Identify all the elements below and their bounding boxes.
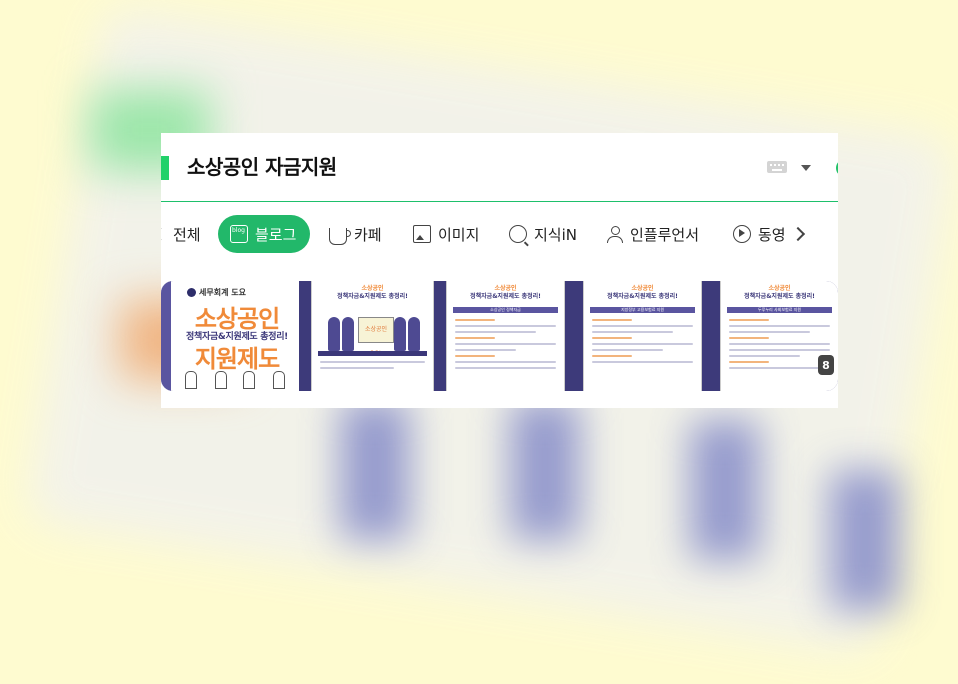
illustration-people: 소상공인 OOL [328,307,420,357]
text-lines [455,319,556,373]
chevron-right-icon[interactable] [790,226,806,242]
slide-band-label: 두루누리 사회보험료 지원 [757,307,802,312]
slide-header: 소상공인 정책자금&지원제도 총정리! [721,285,838,301]
text-lines [592,319,693,367]
image-gallery: 세무회계 도요 소상공인 정책자금&지원제도 총정리! 지원제도 소상공인 정책… [161,281,838,391]
tab-influencer[interactable]: 인플루언서 [607,215,699,253]
tab-cafe[interactable]: 카페 [329,215,382,253]
person-icon [607,226,623,243]
search-bar: 소상공인 자금지원 [161,133,838,202]
slide-header-line1: 소상공인 [768,285,791,292]
blurred-shape [690,420,760,560]
chevron-left-icon[interactable] [161,226,168,242]
kin-q-icon [509,225,527,243]
tab-label: 이미지 [438,225,480,244]
chevron-down-icon[interactable] [801,165,811,171]
tab-video[interactable]: 동영 [733,215,786,253]
gallery-thumbnail[interactable]: 소상공인 정책자금&지원제도 총정리! 소상공인 OOL [301,281,436,391]
tab-label: 블로그 [255,225,297,244]
slide-header-line1: 소상공인 [494,285,517,292]
slide-band: 두루누리 사회보험료 지원 [727,307,832,313]
gallery-thumbnail[interactable]: 소상공인 정책자금&지원제도 총정리! 지방정부 고용보험료 지원 [575,281,710,391]
illustration-people [181,369,291,389]
image-icon [413,225,431,243]
search-tabs: 전체 블로그 카페 이미지 지식iN 인플루언서 동영 [161,215,838,255]
search-query[interactable]: 소상공인 자금지원 [187,151,337,180]
slide-band: 소상공인 정책자금 [453,307,558,313]
caption-band [318,351,427,356]
slide-header-line2: 정책자금&지원제도 총정리! [470,293,541,300]
sign-board: 소상공인 OOL [358,317,394,357]
slide-page: 소상공인 정책자금&지원제도 총정리! 소상공인 OOL [311,281,434,391]
gallery-thumbnail[interactable]: 세무회계 도요 소상공인 정책자금&지원제도 총정리! 지원제도 [161,281,299,391]
tab-label: 카페 [354,225,382,244]
slide-band: 지방정부 고용보험료 지원 [590,307,695,313]
keyboard-icon[interactable] [767,161,787,173]
tab-label: 전체 [173,225,201,244]
slide-band-label: 지방정부 고용보험료 지원 [620,307,665,312]
text-lines [729,319,830,373]
faded-text-row [161,266,838,274]
blurred-shape [830,470,900,610]
slide-band-label: 소상공인 정책자금 [490,307,521,312]
slide-header: 소상공인 정책자금&지원제도 총정리! [447,285,564,301]
play-icon [733,225,751,243]
tab-all[interactable]: 전체 [173,215,201,253]
blurred-shape [340,400,410,540]
tab-label: 인플루언서 [630,225,700,244]
search-accent-mark [161,156,169,180]
slide-header: 소상공인 정책자금&지원제도 총정리! [312,285,433,301]
slide-header-line2: 정책자금&지원제도 총정리! [607,293,678,300]
search-button-icon[interactable] [836,159,838,177]
blurred-shape [510,400,580,540]
tab-label: 지식iN [534,225,577,244]
slide-header-line1: 소상공인 [631,285,654,292]
slide-header-line2: 정책자금&지원제도 총정리! [337,293,408,300]
brand-logo: 세무회계 도요 [187,287,246,298]
tab-images[interactable]: 이미지 [413,215,479,253]
slide-page: 소상공인 정책자금&지원제도 총정리! 소상공인 정책자금 [446,281,565,391]
coffee-cup-icon [329,227,351,245]
blog-icon [230,225,248,243]
slide-header-line2: 정책자금&지원제도 총정리! [744,293,815,300]
slide-header: 소상공인 정책자금&지원제도 총정리! [584,285,701,301]
tab-blog[interactable]: 블로그 [218,215,311,253]
search-result-card: 소상공인 자금지원 전체 블로그 카페 이미지 지식iN 인플루언서 [161,133,838,408]
tab-kin[interactable]: 지식iN [509,215,577,253]
slide-header-line1: 소상공인 [361,285,384,292]
slide-page: 소상공인 정책자금&지원제도 총정리! 지방정부 고용보험료 지원 [583,281,702,391]
more-images-count-badge[interactable]: 8 [818,355,834,375]
tab-label: 동영 [758,225,786,244]
text-lines [320,361,425,373]
gallery-thumbnail[interactable]: 소상공인 정책자금&지원제도 총정리! 소상공인 정책자금 [438,281,573,391]
